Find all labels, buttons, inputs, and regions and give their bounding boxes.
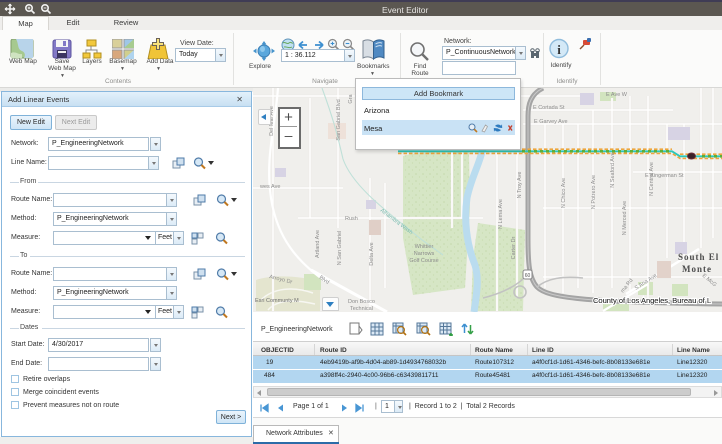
svg-text:Gra: Gra	[348, 93, 354, 103]
svg-text:South El: South El	[678, 252, 719, 262]
svg-text:E Ave W: E Ave W	[606, 92, 628, 98]
svg-text:Monte: Monte	[682, 264, 712, 274]
svg-text:60: 60	[525, 273, 531, 279]
svg-text:N Central Ave: N Central Ave	[649, 162, 655, 196]
svg-text:N Lema Ave: N Lema Ave	[498, 199, 504, 229]
svg-text:Whittier: Whittier	[415, 244, 434, 250]
svg-text:Esri Communty M: Esri Communty M	[255, 298, 299, 304]
svg-text:County of Los Angeles, Bureau: County of Los Angeles, Bureau of L	[593, 296, 711, 305]
svg-text:N San Gabriel: N San Gabriel	[337, 231, 343, 266]
svg-text:Golf Course: Golf Course	[409, 258, 438, 264]
svg-text:E Garvey Ave: E Garvey Ave	[534, 119, 568, 125]
svg-text:N Troy Ave: N Troy Ave	[517, 172, 523, 199]
svg-text:N Chico Ave: N Chico Ave	[561, 178, 567, 208]
svg-text:Technical: Technical	[350, 306, 373, 312]
svg-text:E Cortada St: E Cortada St	[533, 105, 565, 111]
svg-text:N Potrero Ave: N Potrero Ave	[591, 175, 597, 209]
svg-text:Carter Dr: Carter Dr	[511, 237, 517, 260]
svg-text:Artland Ave: Artland Ave	[315, 230, 321, 258]
svg-text:N Seaford Ave: N Seaford Ave	[610, 152, 616, 187]
svg-text:Rush: Rush	[345, 216, 358, 222]
svg-text:San Gabriel Blvd: San Gabriel Blvd	[336, 99, 342, 140]
svg-text:wes Ave: wes Ave	[259, 184, 280, 190]
svg-text:N Merced Ave: N Merced Ave	[622, 201, 628, 235]
svg-text:Delta Ave: Delta Ave	[369, 242, 375, 265]
svg-text:Narrows: Narrows	[414, 251, 435, 257]
svg-text:Don Bosco: Don Bosco	[348, 299, 375, 305]
svg-text:i: i	[557, 42, 561, 57]
